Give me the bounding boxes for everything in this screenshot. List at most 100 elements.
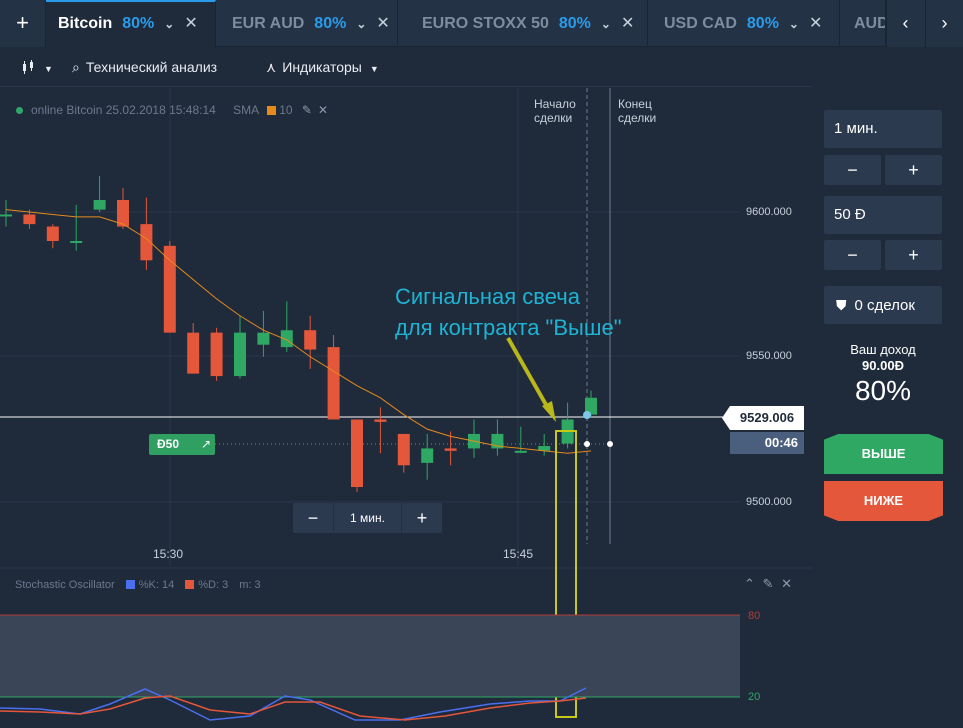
tab-aud[interactable]: AUD [842,0,886,47]
chart-toolbar: ▼ ⌕ Технический анализ ⋏ Индикаторы ▼ [0,47,812,87]
chevron-down-icon[interactable]: ⌄ [789,1,799,48]
time-tick: 15:45 [503,547,534,561]
amount-plus-button[interactable]: + [885,240,942,270]
tech-analysis-label: Технический анализ [85,59,218,75]
entry-point [584,441,590,447]
chart-type-button[interactable]: ▼ [20,47,53,87]
bet-amount: Ð50 [157,437,180,451]
income-percent: 80% [854,375,912,406]
sma-label: SMA [233,103,260,117]
close-icon[interactable]: ✕ [621,0,634,47]
timeframe-value[interactable]: 1 мин. [333,503,402,533]
time-tick: 15:30 [153,547,184,561]
close-icon[interactable]: ✕ [184,2,197,46]
caret-down-icon: ▼ [369,64,379,74]
indicators-button[interactable]: ⋏ Индикаторы ▼ [266,47,379,87]
close-icon[interactable]: ✕ [809,0,822,47]
candle-down [304,330,317,350]
tab-label: EUR AUD [232,15,305,32]
chevron-up-icon[interactable]: ⌃ [744,576,755,591]
add-tab-button[interactable]: + [0,0,46,47]
call-button[interactable]: ВЫШЕ [824,434,943,474]
trading-app: + Bitcoin 80% ⌄ ✕ EUR AUD 80% ⌄ ✕ EURO STOXX 5… [0,0,963,728]
deals-button[interactable]: ⛊ 0 сделок [824,286,942,324]
asset-tab-bar: + Bitcoin 80% ⌄ ✕ EUR AUD 80% ⌄ ✕ EURO STOXX 5… [0,0,963,47]
candle-down [46,226,59,241]
trade-start-label: Начало сделки [534,97,576,125]
compass-icon: ⋏ [266,59,277,75]
price-dot [583,411,591,419]
annotation-line: для контракта "Выше" [395,315,622,340]
chevron-down-icon[interactable]: ⌄ [601,1,611,48]
caret-down-icon: ▼ [44,64,53,74]
close-icon[interactable]: ✕ [376,0,389,47]
sma-period: 10 [279,103,293,117]
edit-icon[interactable]: ✎ [763,576,774,591]
candle-down [187,332,200,374]
chevron-right-icon[interactable]: › [925,0,963,47]
put-button[interactable]: НИЖЕ [824,481,943,521]
magnifier-chart-icon: ⌕ [72,59,80,75]
tab-bitcoin[interactable]: Bitcoin 80% ⌄ ✕ [46,0,216,47]
amount-field[interactable]: 50 Ð [824,196,942,234]
candle-down [210,332,223,377]
timeframe-plus-button[interactable]: + [402,503,442,533]
chevron-down-icon[interactable]: ⌄ [164,2,174,46]
oscillator-name: Stochastic Oscillator [15,579,115,591]
timeframe-minus-button[interactable]: − [293,503,333,533]
amount-minus-button[interactable]: − [824,240,881,270]
osc-level-high: 80 [748,610,761,622]
tab-euro-stoxx-50[interactable]: EURO STOXX 50 80% ⌄ ✕ [410,0,648,47]
close-icon[interactable]: ✕ [318,103,328,117]
candle-down [23,214,36,225]
stochastic-d-line [0,695,587,721]
edit-icon[interactable]: ✎ [302,103,312,117]
candle-up [257,332,270,345]
annotation-line: Сигнальная свеча [395,284,580,309]
tech-analysis-button[interactable]: ⌕ Технический анализ [72,47,217,87]
time-plus-button[interactable]: + [885,155,942,185]
timeframe-control: − 1 мин. + [293,503,442,533]
tab-payout: 80% [558,15,591,32]
annotation-arrow [506,337,551,411]
time-minus-button[interactable]: − [824,155,881,185]
sma-color-swatch [267,106,277,115]
income-block: Ваш доход 90.00Ð 80% [824,342,942,408]
trade-end-label: Конец сделки [618,97,657,125]
candle-down [163,245,176,333]
osc-level-low: 20 [748,691,761,703]
chevron-down-icon[interactable]: ⌄ [356,1,366,48]
expiry-point [607,441,613,447]
price-tick: 9600.000 [746,206,792,218]
price-chart[interactable] [0,88,812,728]
bet-badge[interactable]: Ð50 ↗ [149,434,215,455]
signal-annotation: Сигнальная свеча для контракта "Выше" [395,281,622,343]
current-price-tag: 9529.006 [722,406,804,430]
tab-payout: 80% [746,15,779,32]
tab-payout: 80% [314,15,347,32]
tab-label: USD CAD [664,15,737,32]
countdown-timer: 00:46 [730,432,804,454]
candle-down [444,448,457,451]
candle-up [234,332,246,377]
candle-up [93,200,106,210]
d-label: %D: 3 [198,579,229,591]
tab-payout: 80% [122,15,155,32]
close-icon[interactable]: ✕ [781,576,792,591]
tab-label: EURO STOXX 50 [422,15,549,32]
oscillator-info: Stochastic Oscillator %K: 14 %D: 3 m: 3 [15,579,261,591]
price-tick: 9500.000 [746,496,792,508]
chart-info: online Bitcoin 25.02.2018 15:48:14 SMA 10… [16,103,328,117]
indicators-label: Индикаторы [282,59,362,75]
candle-down [351,419,363,487]
expiry-time-field[interactable]: 1 мин. [824,110,942,148]
chevron-left-icon[interactable]: ‹ [886,0,924,47]
income-amount: 90.00Ð [862,358,904,373]
deals-label: 0 сделок [854,297,915,314]
tab-usd-cad[interactable]: USD CAD 80% ⌄ ✕ [652,0,840,47]
oscillator-band [0,615,740,697]
d-swatch [185,580,195,589]
candle-down [327,347,340,420]
tab-eur-aud[interactable]: EUR AUD 80% ⌄ ✕ [220,0,398,47]
candle-up [421,448,434,463]
